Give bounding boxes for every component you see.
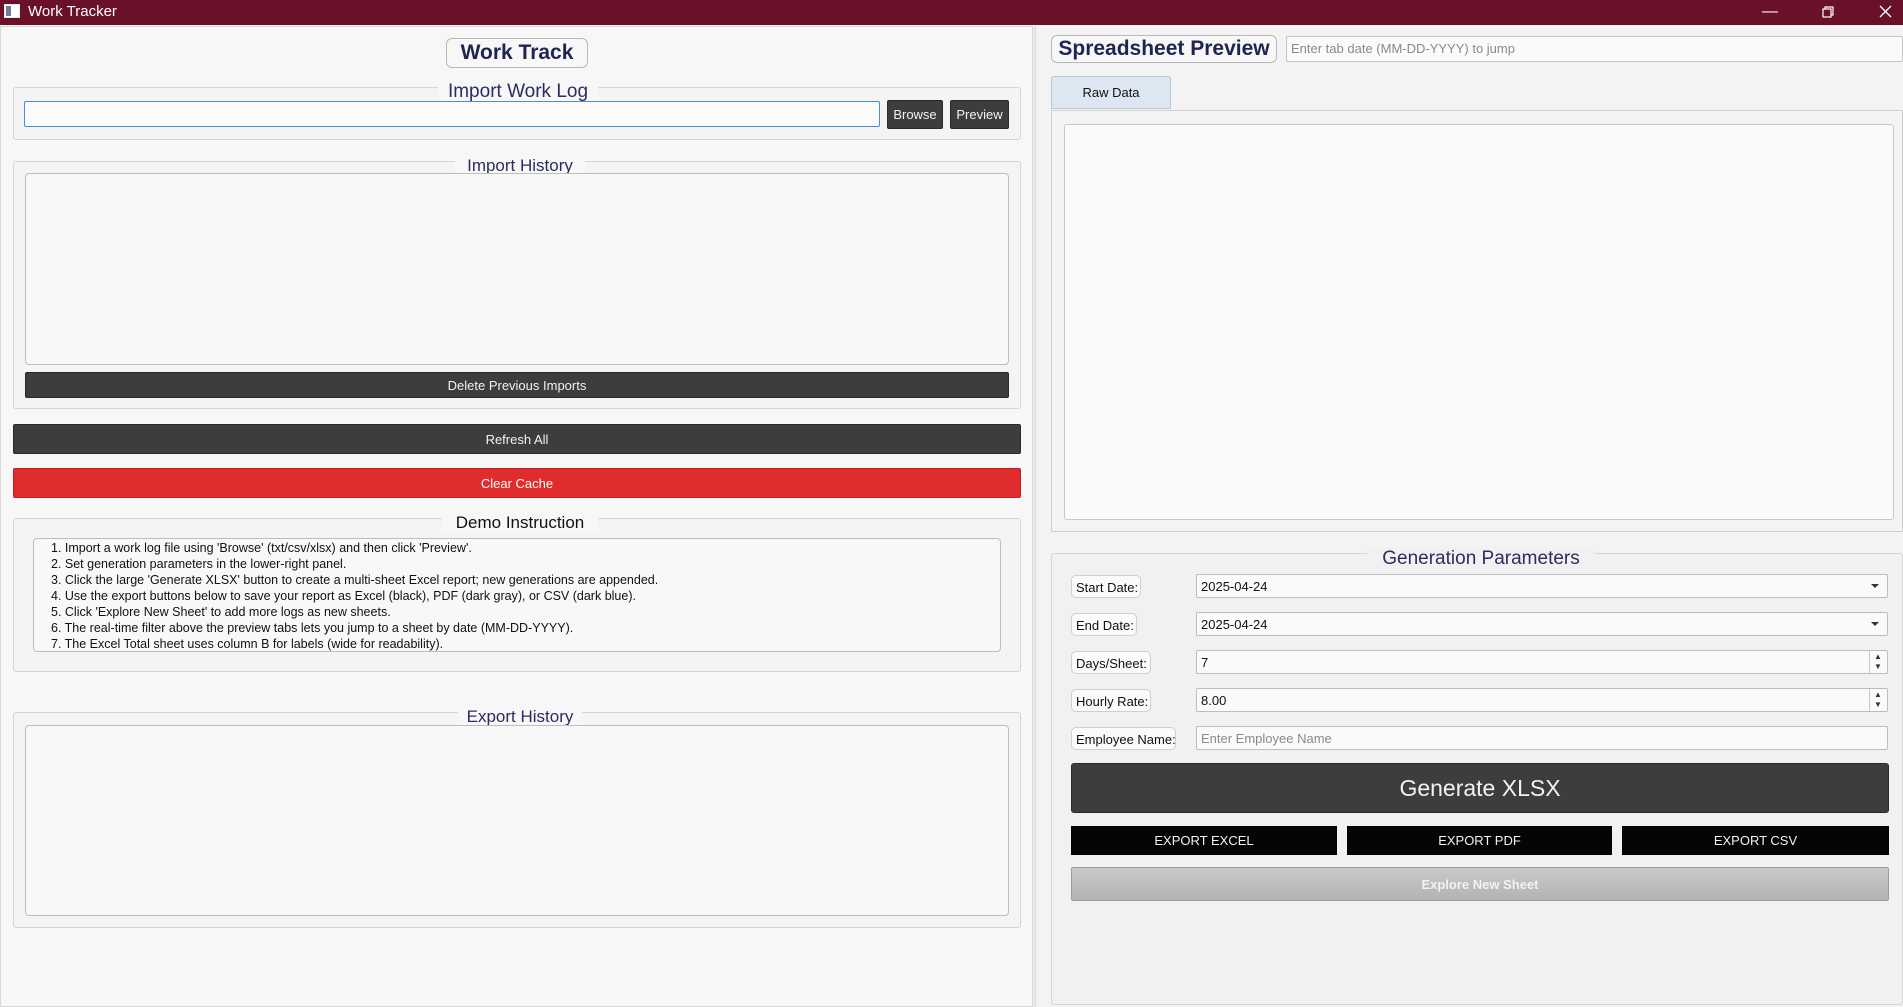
panel-splitter[interactable] — [1034, 26, 1036, 1007]
delete-previous-imports-button[interactable]: Delete Previous Imports — [25, 372, 1009, 398]
explore-new-sheet-button[interactable]: Explore New Sheet — [1071, 867, 1889, 901]
days-per-sheet-stepper[interactable]: 7 ▲ ▼ — [1196, 650, 1888, 674]
browse-button[interactable]: Browse — [887, 100, 943, 129]
import-history-list[interactable] — [25, 173, 1009, 365]
instruction-line: 7. The Excel Total sheet uses column B f… — [51, 637, 444, 651]
start-date-label: Start Date: — [1071, 575, 1141, 598]
days-per-sheet-label: Days/Sheet: — [1071, 651, 1151, 674]
employee-name-input[interactable]: Enter Employee Name — [1196, 726, 1888, 750]
tab-date-jump-placeholder: Enter tab date (MM-DD-YYYY) to jump — [1291, 41, 1515, 56]
days-per-sheet-value: 7 — [1201, 655, 1209, 670]
employee-name-label: Employee Name: — [1071, 727, 1176, 750]
spin-up-icon[interactable]: ▲ — [1874, 652, 1882, 661]
spin-down-icon[interactable]: ▼ — [1874, 662, 1882, 671]
generation-parameters-title: Generation Parameters — [1367, 548, 1595, 570]
import-work-log-title: Import Work Log — [438, 81, 598, 103]
export-history-list[interactable] — [25, 725, 1009, 916]
employee-name-placeholder: Enter Employee Name — [1201, 731, 1332, 746]
hourly-rate-label: Hourly Rate: — [1071, 689, 1151, 712]
spin-down-icon[interactable]: ▼ — [1874, 700, 1882, 709]
start-date-select[interactable]: 2025-04-24 — [1196, 574, 1888, 598]
export-excel-button[interactable]: EXPORT EXCEL — [1071, 826, 1337, 855]
instruction-line: 5. Click 'Explore New Sheet' to add more… — [51, 605, 391, 619]
generate-xlsx-button[interactable]: Generate XLSX — [1071, 763, 1889, 813]
spin-up-icon[interactable]: ▲ — [1874, 690, 1882, 699]
spreadsheet-preview-area[interactable] — [1064, 124, 1894, 520]
tab-date-jump-input[interactable]: Enter tab date (MM-DD-YYYY) to jump — [1286, 36, 1903, 62]
window-title: Work Tracker — [28, 3, 117, 20]
instruction-line: 1. Import a work log file using 'Browse'… — [51, 541, 472, 555]
export-pdf-button[interactable]: EXPORT PDF — [1347, 826, 1612, 855]
close-icon[interactable] — [1857, 0, 1903, 25]
start-date-value: 2025-04-24 — [1201, 579, 1268, 594]
title-bar: Work Tracker — — [0, 0, 1903, 25]
chevron-down-icon — [1871, 584, 1879, 588]
spreadsheet-preview-heading: Spreadsheet Preview — [1051, 35, 1277, 63]
end-date-select[interactable]: 2025-04-24 — [1196, 612, 1888, 636]
clear-cache-button[interactable]: Clear Cache — [13, 468, 1021, 498]
preview-button[interactable]: Preview — [950, 100, 1009, 129]
demo-instruction-title: Demo Instruction — [442, 513, 598, 533]
spin-buttons[interactable]: ▲ ▼ — [1869, 689, 1887, 711]
instruction-line: 4. Use the export buttons below to save … — [51, 589, 636, 603]
restore-icon[interactable] — [1800, 0, 1856, 25]
spin-buttons[interactable]: ▲ ▼ — [1869, 651, 1887, 673]
import-file-path-input[interactable] — [24, 101, 880, 127]
tab-raw-data[interactable]: Raw Data — [1051, 76, 1171, 109]
instruction-line: 6. The real-time filter above the previe… — [51, 621, 574, 635]
instruction-line: 3. Click the large 'Generate XLSX' butto… — [51, 573, 659, 587]
minimize-icon[interactable]: — — [1742, 0, 1798, 25]
refresh-all-button[interactable]: Refresh All — [13, 424, 1021, 454]
hourly-rate-value: 8.00 — [1201, 693, 1227, 708]
export-csv-button[interactable]: EXPORT CSV — [1622, 826, 1889, 855]
instruction-line: 2. Set generation parameters in the lowe… — [51, 557, 347, 571]
export-history-title: Export History — [458, 707, 582, 727]
app-icon — [4, 4, 20, 18]
hourly-rate-stepper[interactable]: 8.00 ▲ ▼ — [1196, 688, 1888, 712]
demo-instruction-text: 1. Import a work log file using 'Browse'… — [33, 538, 1001, 652]
app-heading: Work Track — [446, 38, 588, 68]
chevron-down-icon — [1871, 622, 1879, 626]
end-date-label: End Date: — [1071, 613, 1137, 636]
end-date-value: 2025-04-24 — [1201, 617, 1268, 632]
